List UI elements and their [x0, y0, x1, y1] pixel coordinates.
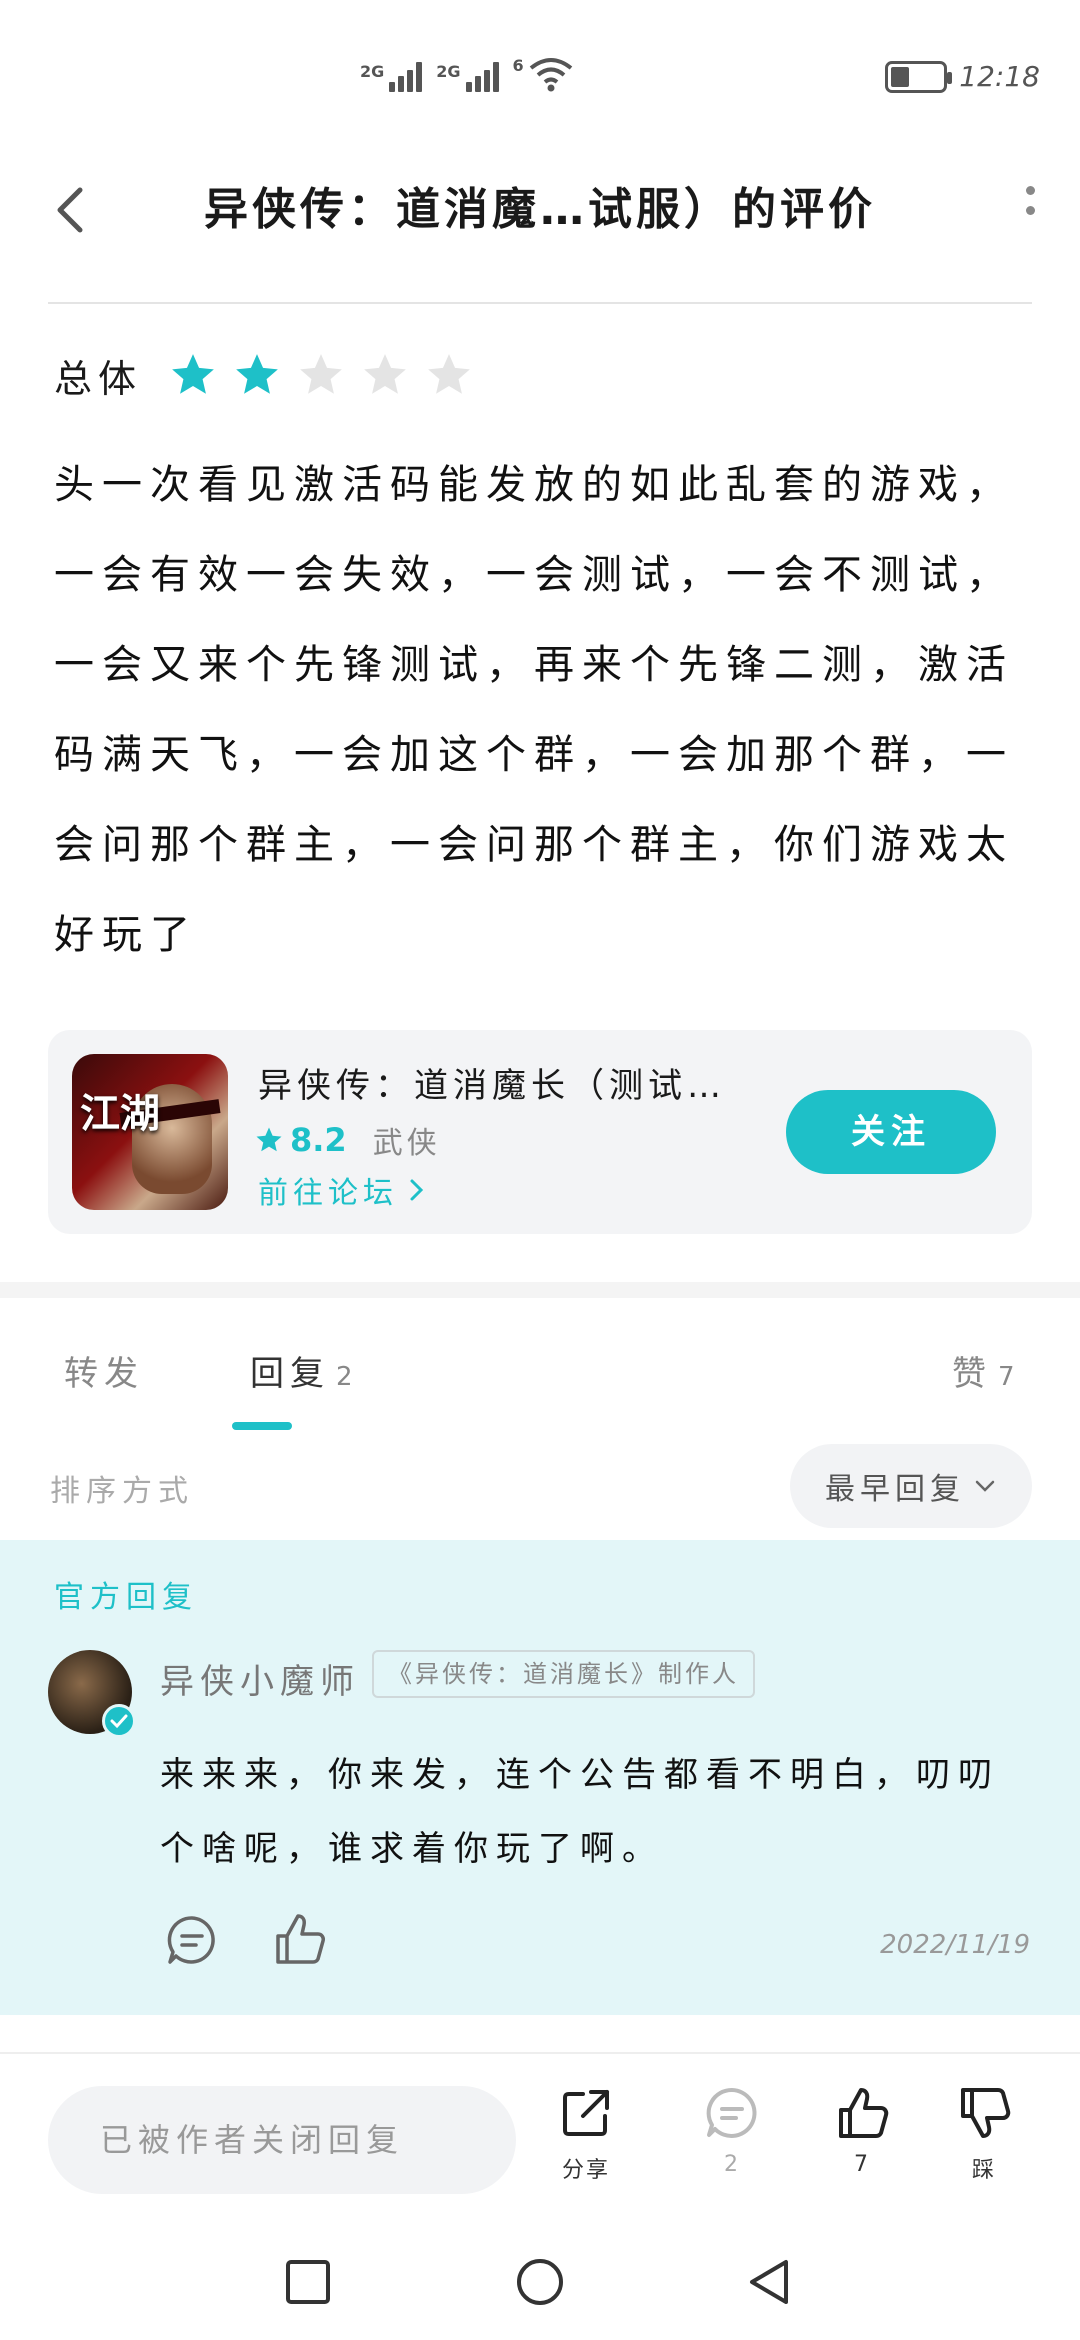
header: 异侠传：道消魔…试服）的评价 [0, 150, 1080, 300]
reply-date: 2022/11/19 [880, 1930, 1030, 1960]
star-filled-icon [236, 354, 278, 394]
more-vertical-icon[interactable] [1020, 186, 1040, 236]
comment-icon[interactable] [164, 1912, 220, 1968]
battery-icon [885, 60, 953, 93]
forum-link-label: 前往论坛 [258, 1176, 398, 1211]
rating-row: 总体 [54, 340, 474, 410]
official-reply: 官方回复 异侠小魔师 《异侠传：道消魔长》制作人 来来来，你来发，连个公告都看不… [0, 1540, 1080, 2015]
action-bar: 已被作者关闭回复 分享 2 7 踩 [0, 2052, 1080, 2224]
thumbs-up-icon[interactable] [270, 1910, 328, 1968]
recents-square-icon[interactable] [282, 2256, 334, 2308]
star-filled-icon [172, 354, 214, 394]
page-title: 异侠传：道消魔…试服）的评价 [204, 184, 876, 235]
header-divider [48, 302, 1032, 304]
home-circle-icon[interactable] [514, 2256, 566, 2308]
signal-icon-sim1: 2G [360, 62, 423, 92]
section-divider [0, 1282, 1080, 1298]
dislike-button[interactable]: 踩 [934, 2084, 1034, 2184]
sort-selected: 最早回复 [825, 1472, 965, 1507]
thumbs-down-icon [961, 2088, 1011, 2138]
system-nav-bar [0, 2226, 1080, 2340]
chevron-down-icon [975, 1480, 995, 1492]
network-indicators: 2G 2G 6 [360, 56, 573, 92]
clock: 12:18 [959, 60, 1040, 93]
status-bar: 2G 2G 6 12:18 [0, 0, 1080, 150]
signal-gen-label: 2G [360, 62, 385, 81]
tab-indicator [232, 1422, 292, 1430]
reply-text: 来来来，你来发，连个公告都看不明白，叨叨个啥呢，谁求着你玩了啊。 [160, 1755, 1000, 1869]
chevron-left-icon[interactable] [44, 180, 104, 240]
tab-replies[interactable]: 回复 2 [250, 1346, 353, 1395]
avatar[interactable] [48, 1650, 136, 1738]
review-text: 头一次看见激活码能发放的如此乱套的游戏，一会有效一会失效，一会测试，一会不测试，… [54, 462, 1014, 958]
tab-bar: 转发 回复 2 赞7 [0, 1298, 1080, 1438]
star-icon [256, 1127, 282, 1152]
tab-likes[interactable]: 赞7 [952, 1346, 1015, 1395]
wifi-gen-label: 6 [512, 56, 524, 75]
sort-dropdown[interactable]: 最早回复 [790, 1444, 1032, 1528]
tab-likes-count: 7 [998, 1362, 1015, 1392]
signal-icon-sim2: 2G [436, 62, 499, 92]
verified-badge-icon [102, 1704, 136, 1738]
reply-author[interactable]: 异侠小魔师 [160, 1654, 360, 1703]
sort-label: 排序方式 [50, 1474, 194, 1509]
game-name[interactable]: 异侠传：道消魔长（测试… [258, 1058, 726, 1107]
game-icon-logo: 江湖 [80, 1091, 160, 1137]
tab-forward-label: 转发 [64, 1354, 144, 1394]
game-card[interactable]: 江湖 异侠传：道消魔长（测试… 8.2 武侠 前往论坛 关注 [48, 1030, 1032, 1234]
comment-count: 2 [724, 2152, 740, 2177]
author-role-tag: 《异侠传：道消魔长》制作人 [372, 1650, 755, 1698]
like-button[interactable]: 7 [812, 2084, 912, 2177]
share-button[interactable]: 分享 [536, 2084, 636, 2184]
game-score: 8.2 [290, 1121, 347, 1159]
tab-replies-label: 回复 [250, 1354, 330, 1394]
official-reply-label: 官方回复 [54, 1580, 198, 1615]
back-triangle-icon[interactable] [744, 2256, 796, 2308]
thumbs-up-icon [839, 2088, 889, 2138]
follow-button[interactable]: 关注 [786, 1090, 996, 1174]
rating-label: 总体 [54, 356, 143, 401]
comment-input-disabled: 已被作者关闭回复 [48, 2086, 516, 2194]
tab-likes-label: 赞 [952, 1354, 992, 1394]
share-icon [563, 2090, 609, 2136]
signal-gen-label: 2G [436, 62, 461, 81]
game-icon[interactable]: 江湖 [72, 1054, 228, 1210]
comment-button: 2 [682, 2084, 782, 2177]
share-label: 分享 [561, 2158, 610, 2183]
game-meta: 8.2 武侠 [254, 1118, 441, 1162]
game-genre: 武侠 [372, 1126, 441, 1161]
star-empty-icon [428, 354, 470, 394]
forum-link[interactable]: 前往论坛 [258, 1168, 428, 1212]
star-rating [168, 350, 474, 400]
battery-clock: 12:18 [885, 60, 1040, 93]
comment-icon [706, 2087, 757, 2138]
tab-forward[interactable]: 转发 [64, 1346, 144, 1395]
wifi-icon: 6 [513, 56, 573, 92]
dislike-label: 踩 [971, 2158, 996, 2183]
star-empty-icon [300, 354, 342, 394]
like-count: 7 [854, 2152, 870, 2177]
tab-replies-count: 2 [336, 1362, 353, 1392]
star-empty-icon [364, 354, 406, 394]
chevron-right-icon [410, 1179, 424, 1201]
